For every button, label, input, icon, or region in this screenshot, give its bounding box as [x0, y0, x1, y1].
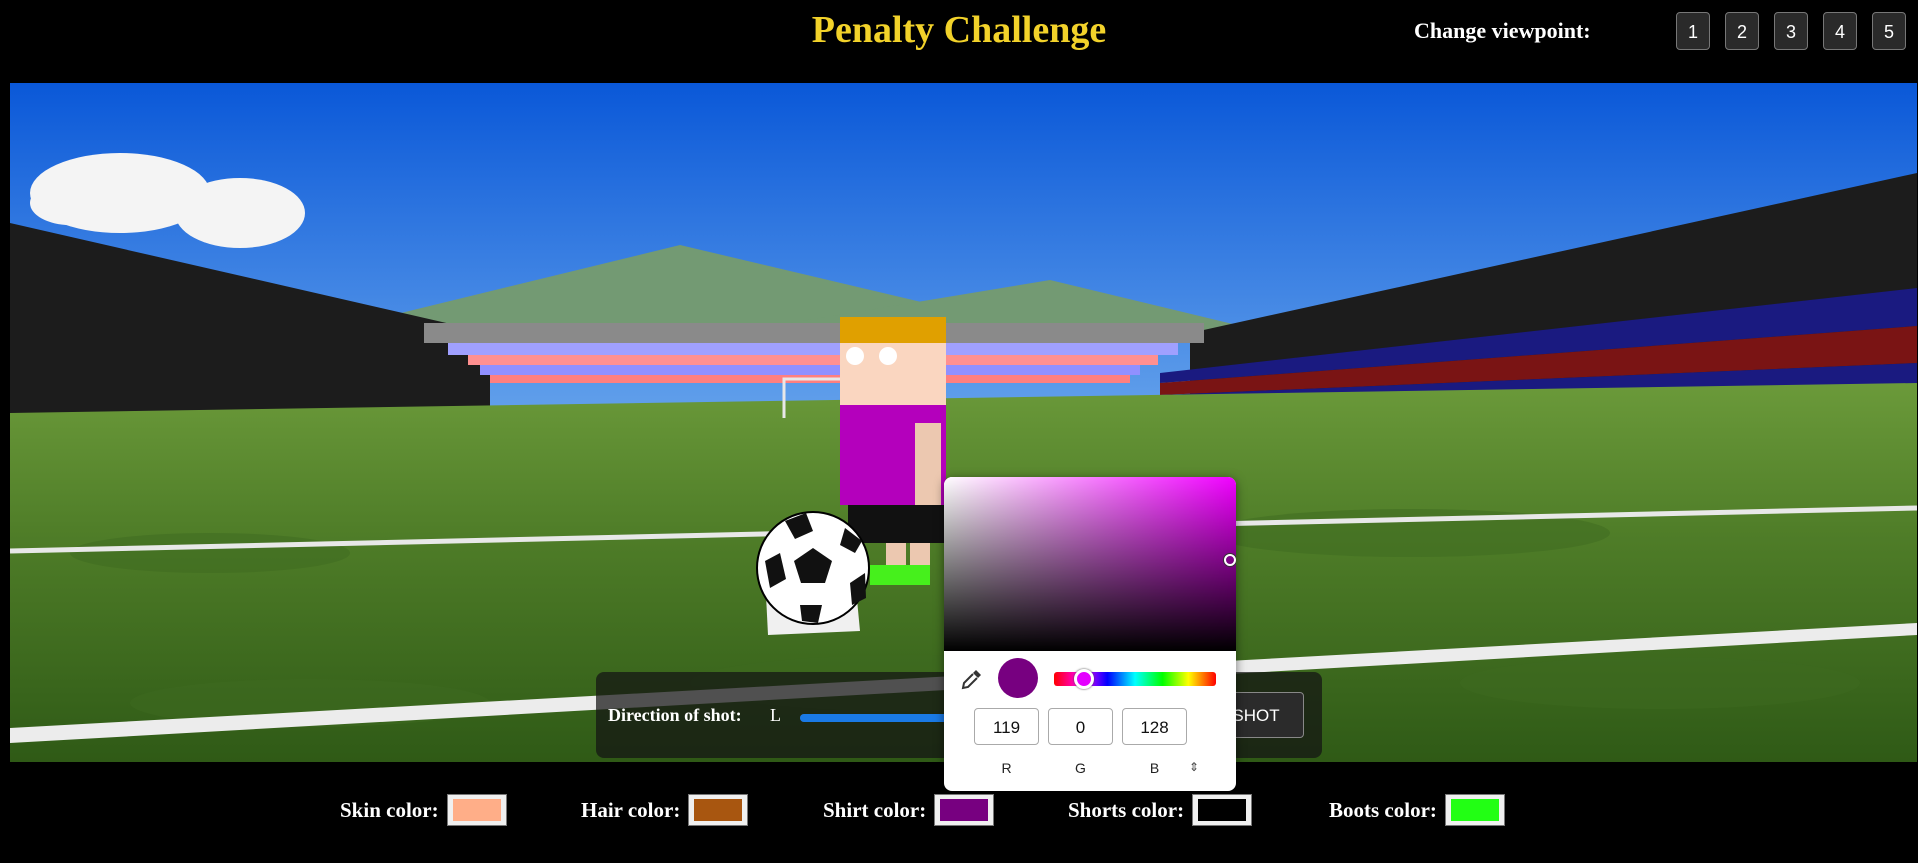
player-boot — [870, 565, 930, 585]
shorts-color-row: Shorts color: — [1068, 793, 1253, 827]
player-arm — [915, 423, 941, 513]
blue-label: B — [1149, 760, 1160, 776]
boots-color-row: Boots color: — [1329, 793, 1505, 827]
skin-color-picker[interactable] — [446, 794, 507, 826]
current-color-swatch — [998, 658, 1038, 698]
skin-color-swatch — [452, 799, 501, 821]
boots-color-picker[interactable] — [1444, 794, 1505, 826]
hair-color-row: Hair color: — [581, 793, 749, 827]
viewpoint-button-3[interactable]: 3 — [1774, 12, 1808, 50]
saturation-area[interactable] — [944, 477, 1236, 651]
skin-color-label: Skin color: — [340, 797, 439, 822]
red-label: R — [1001, 760, 1012, 776]
hair-color-picker[interactable] — [688, 794, 749, 826]
viewpoint-button-2[interactable]: 2 — [1725, 12, 1759, 50]
viewpoint-label: Change viewpoint: — [1414, 18, 1591, 43]
red-input[interactable]: 119 — [974, 708, 1039, 745]
soccer-ball — [756, 511, 870, 635]
boots-color-label: Boots color: — [1329, 797, 1437, 822]
shirt-color-row: Shirt color: — [823, 793, 995, 827]
green-input[interactable]: 0 — [1048, 708, 1113, 745]
shorts-color-label: Shorts color: — [1068, 797, 1185, 822]
hue-handle[interactable] — [1074, 669, 1094, 689]
direction-label: Direction of shot: — [608, 705, 742, 725]
hair-color-swatch — [694, 799, 743, 821]
saturation-handle[interactable] — [1224, 554, 1236, 566]
shorts-color-swatch — [1198, 799, 1247, 821]
left-marker: L — [770, 705, 781, 725]
hair-color-label: Hair color: — [581, 797, 681, 822]
eyedropper-icon[interactable] — [960, 667, 984, 691]
player-hair — [840, 317, 946, 343]
shirt-color-label: Shirt color: — [823, 797, 927, 822]
page-title: Penalty Challenge — [811, 9, 1107, 51]
boots-color-swatch — [1450, 799, 1499, 821]
green-label: G — [1075, 760, 1086, 776]
color-picker: 119 0 128 R G B ⇕ — [944, 477, 1236, 791]
player-shorts — [848, 505, 948, 543]
shorts-color-picker[interactable] — [1192, 794, 1253, 826]
viewpoint-button-1[interactable]: 1 — [1676, 12, 1710, 50]
viewpoint-button-4[interactable]: 4 — [1823, 12, 1857, 50]
far-stand — [424, 323, 1204, 383]
color-mode-toggle[interactable]: ⇕ — [1189, 760, 1199, 774]
blue-input[interactable]: 128 — [1122, 708, 1187, 745]
viewpoint-button-5[interactable]: 5 — [1872, 12, 1906, 50]
shirt-color-swatch — [940, 799, 989, 821]
skin-color-row: Skin color: — [340, 793, 507, 827]
shirt-color-picker[interactable] — [934, 794, 995, 826]
